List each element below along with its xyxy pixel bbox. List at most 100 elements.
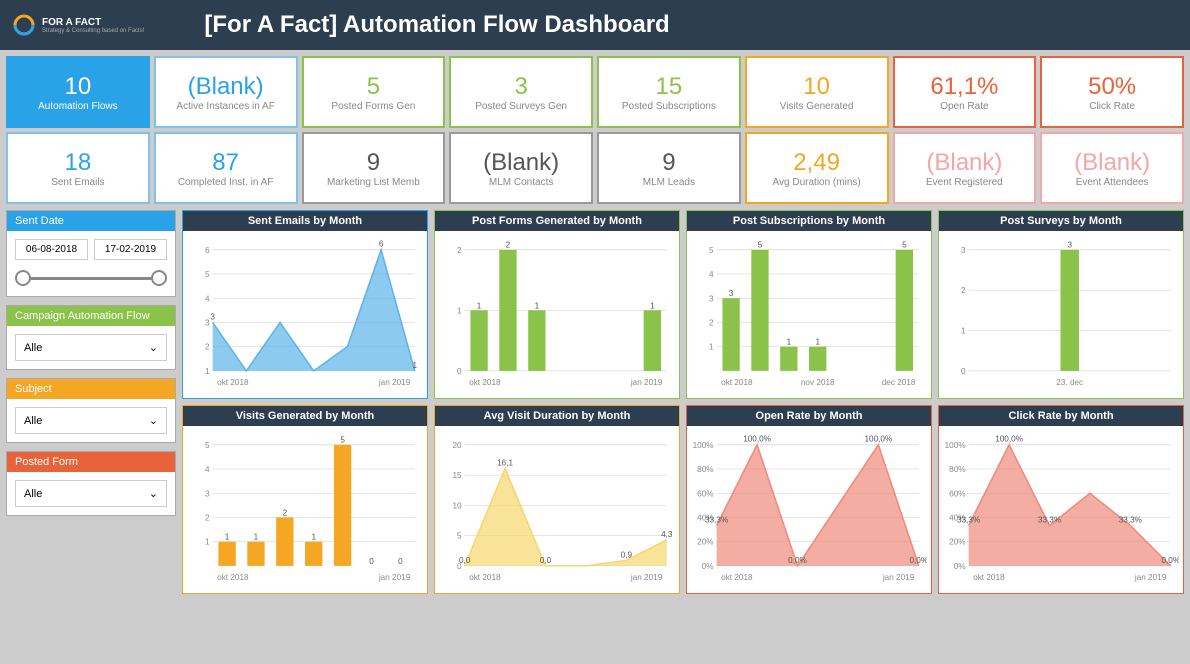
- filter-subject: Subject Alle⌄: [6, 378, 176, 443]
- kpi-card[interactable]: 9Marketing List Memb: [302, 132, 446, 204]
- date-range-slider[interactable]: [15, 268, 167, 288]
- kpi-card[interactable]: 10Visits Generated: [745, 56, 889, 128]
- charts-grid: Sent Emails by Month123456361okt 2018jan…: [182, 210, 1184, 594]
- campaign-dropdown[interactable]: Alle⌄: [15, 334, 167, 361]
- chart-title: Sent Emails by Month: [183, 211, 427, 231]
- chevron-down-icon: ⌄: [149, 487, 158, 500]
- subject-dropdown[interactable]: Alle⌄: [15, 407, 167, 434]
- date-to-input[interactable]: 17-02-2019: [94, 239, 167, 260]
- kpi-card[interactable]: 15Posted Subscriptions: [597, 56, 741, 128]
- kpi-card[interactable]: (Blank)MLM Contacts: [449, 132, 593, 204]
- dashboard-header: FOR A FACT Strategy & Consulting based o…: [0, 0, 1190, 50]
- form-dropdown[interactable]: Alle⌄: [15, 480, 167, 507]
- svg-text:5: 5: [902, 241, 907, 250]
- kpi-label: Marketing List Memb: [327, 177, 420, 188]
- kpi-card[interactable]: (Blank)Active Instances in AF: [154, 56, 298, 128]
- kpi-value: 50%: [1088, 73, 1136, 101]
- slider-thumb-from[interactable]: [15, 270, 31, 286]
- filter-header: Campaign Automation Flow: [7, 306, 175, 326]
- kpi-card[interactable]: 9MLM Leads: [597, 132, 741, 204]
- svg-text:1: 1: [205, 538, 210, 547]
- filter-header: Subject: [7, 379, 175, 399]
- svg-text:1: 1: [650, 301, 655, 310]
- svg-text:1: 1: [254, 533, 259, 542]
- svg-text:1: 1: [535, 301, 540, 310]
- svg-text:jan 2019: jan 2019: [882, 573, 915, 582]
- kpi-value: 15: [656, 73, 683, 101]
- svg-text:0,9: 0,9: [621, 550, 633, 559]
- kpi-card[interactable]: 50%Click Rate: [1040, 56, 1184, 128]
- chart-post-forms[interactable]: Post Forms Generated by Month0121211okt …: [434, 210, 680, 399]
- svg-text:10: 10: [452, 501, 462, 510]
- chart-body: 0121211okt 2018jan 2019: [435, 231, 679, 398]
- svg-text:0: 0: [457, 367, 462, 376]
- svg-text:3: 3: [1067, 241, 1072, 250]
- logo-icon: [12, 13, 36, 37]
- kpi-label: Sent Emails: [51, 177, 104, 188]
- kpi-value: 3: [514, 73, 527, 101]
- kpi-label: Visits Generated: [780, 101, 854, 112]
- kpi-value: (Blank): [1074, 149, 1150, 177]
- svg-text:0%: 0%: [954, 562, 966, 571]
- svg-text:20: 20: [452, 441, 462, 450]
- svg-text:2: 2: [506, 241, 511, 250]
- chart-visits[interactable]: Visits Generated by Month123451121500okt…: [182, 405, 428, 594]
- svg-text:3: 3: [205, 319, 210, 328]
- kpi-card[interactable]: 18Sent Emails: [6, 132, 150, 204]
- svg-text:5: 5: [709, 246, 714, 255]
- kpi-card[interactable]: 2,49Avg Duration (mins): [745, 132, 889, 204]
- svg-text:3: 3: [961, 246, 966, 255]
- chart-open-rate[interactable]: Open Rate by Month0%20%40%60%80%100%33,3…: [686, 405, 932, 594]
- kpi-label: Completed Inst. in AF: [178, 177, 274, 188]
- svg-text:okt 2018: okt 2018: [217, 378, 249, 387]
- svg-text:2: 2: [205, 343, 210, 352]
- kpi-card[interactable]: 3Posted Surveys Gen: [449, 56, 593, 128]
- chart-body: 0%20%40%60%80%100%33,3%100,0%0,0%100,0%0…: [687, 426, 931, 593]
- svg-text:nov 2018: nov 2018: [801, 378, 835, 387]
- chart-title: Avg Visit Duration by Month: [435, 406, 679, 426]
- chart-click-rate[interactable]: Click Rate by Month0%20%40%60%80%100%33,…: [938, 405, 1184, 594]
- svg-text:33,3%: 33,3%: [957, 515, 980, 524]
- svg-text:33,3%: 33,3%: [1119, 515, 1142, 524]
- kpi-value: 5: [367, 73, 380, 101]
- svg-text:0,0%: 0,0%: [1161, 556, 1179, 565]
- chart-post-surveys[interactable]: Post Surveys by Month0123323. dec: [938, 210, 1184, 399]
- svg-text:okt 2018: okt 2018: [721, 378, 753, 387]
- kpi-value: 61,1%: [930, 73, 998, 101]
- kpi-value: 2,49: [793, 149, 840, 177]
- svg-text:1: 1: [311, 533, 316, 542]
- chart-body: 1234535115okt 2018nov 2018dec 2018: [687, 231, 931, 398]
- svg-text:4,3: 4,3: [661, 530, 673, 539]
- brand-name: FOR A FACT: [42, 17, 144, 28]
- kpi-label: Event Registered: [926, 177, 1003, 188]
- svg-text:0: 0: [369, 557, 374, 566]
- date-from-input[interactable]: 06-08-2018: [15, 239, 88, 260]
- kpi-card[interactable]: 5Posted Forms Gen: [302, 56, 446, 128]
- kpi-label: Automation Flows: [38, 101, 117, 112]
- svg-text:okt 2018: okt 2018: [469, 573, 501, 582]
- kpi-value: 18: [65, 149, 92, 177]
- kpi-grid: 10Automation Flows(Blank)Active Instance…: [0, 50, 1190, 210]
- kpi-label: Posted Surveys Gen: [475, 101, 567, 112]
- svg-text:16,1: 16,1: [497, 458, 513, 467]
- kpi-card[interactable]: 10Automation Flows: [6, 56, 150, 128]
- svg-text:1: 1: [205, 367, 210, 376]
- svg-text:1: 1: [709, 343, 714, 352]
- filter-campaign: Campaign Automation Flow Alle⌄: [6, 305, 176, 370]
- kpi-card[interactable]: (Blank)Event Registered: [893, 132, 1037, 204]
- slider-thumb-to[interactable]: [151, 270, 167, 286]
- chart-body: 0%20%40%60%80%100%33,3%100,0%33,3%33,3%0…: [939, 426, 1183, 593]
- kpi-value: 9: [367, 149, 380, 177]
- kpi-card[interactable]: 87Completed Inst. in AF: [154, 132, 298, 204]
- chart-body: 051015200,016,10,00,94,3okt 2018jan 2019: [435, 426, 679, 593]
- kpi-card[interactable]: 61,1%Open Rate: [893, 56, 1037, 128]
- kpi-card[interactable]: (Blank)Event Attendees: [1040, 132, 1184, 204]
- chart-title: Post Subscriptions by Month: [687, 211, 931, 231]
- kpi-value: (Blank): [188, 73, 264, 101]
- chart-sent-emails[interactable]: Sent Emails by Month123456361okt 2018jan…: [182, 210, 428, 399]
- svg-text:2: 2: [961, 286, 966, 295]
- chart-avg-duration[interactable]: Avg Visit Duration by Month051015200,016…: [434, 405, 680, 594]
- chart-post-subs[interactable]: Post Subscriptions by Month1234535115okt…: [686, 210, 932, 399]
- kpi-label: Event Attendees: [1076, 177, 1149, 188]
- svg-text:jan 2019: jan 2019: [630, 378, 663, 387]
